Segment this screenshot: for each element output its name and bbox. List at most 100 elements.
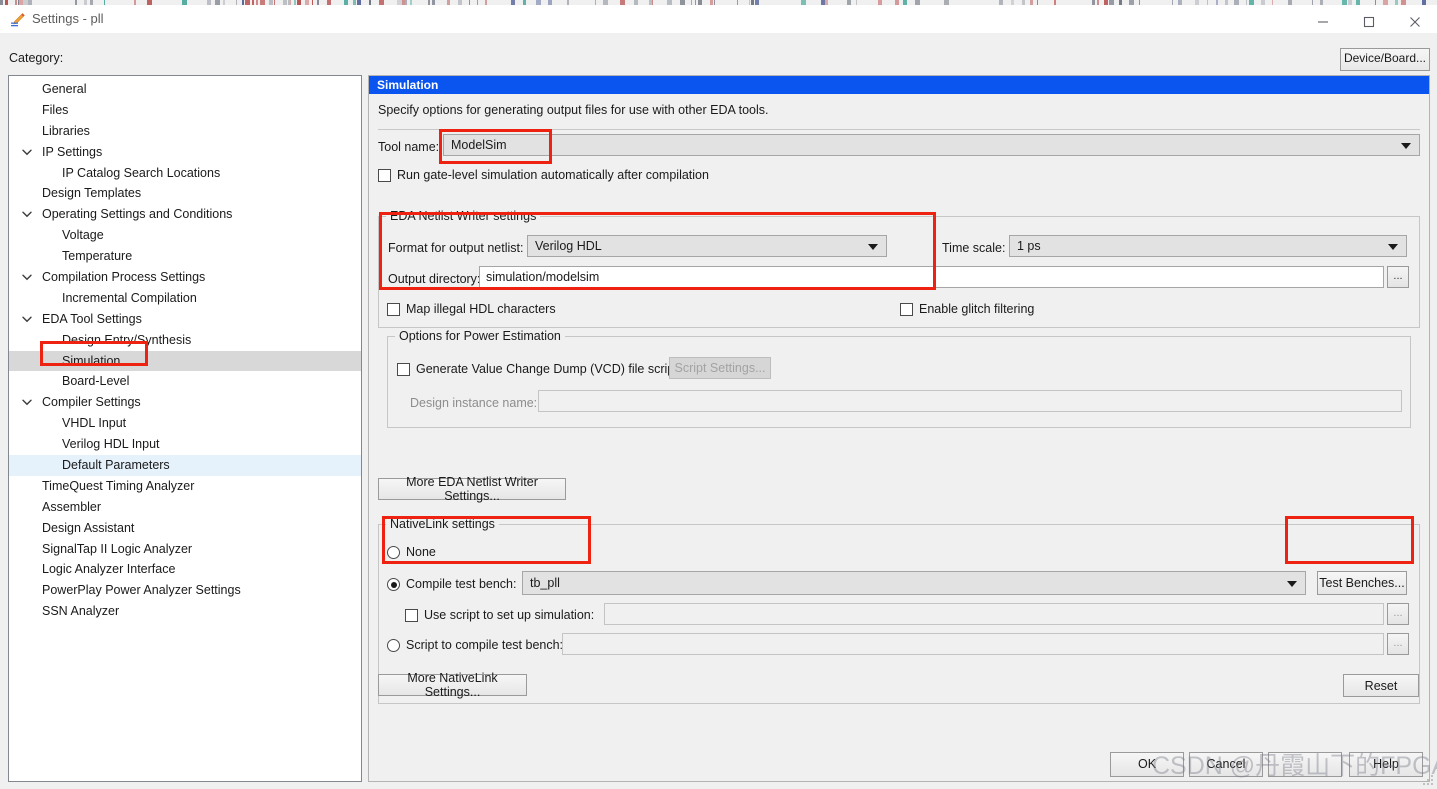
sidebar-item-vhdl-input[interactable]: VHDL Input: [9, 413, 361, 434]
more-nativelink-settings-button[interactable]: More NativeLink Settings...: [378, 671, 527, 699]
sidebar-item-ip-catalog-search-locations[interactable]: IP Catalog Search Locations: [9, 163, 361, 184]
chevron-down-icon: [1401, 138, 1411, 152]
sidebar-item-label: Board-Level: [62, 374, 130, 389]
sidebar-item-temperature[interactable]: Temperature: [9, 246, 361, 267]
device-board-button[interactable]: Device/Board...: [1340, 48, 1430, 71]
sidebar-item-label: Compilation Process Settings: [42, 270, 206, 285]
enable-glitch-filtering-checkbox[interactable]: [900, 303, 913, 316]
window-titlebar: Settings - pll: [0, 5, 1437, 33]
sidebar-item-label: TimeQuest Timing Analyzer: [42, 478, 195, 493]
minimize-button[interactable]: [1300, 10, 1346, 33]
resize-grip[interactable]: [1422, 774, 1434, 786]
sidebar-item-label: Default Parameters: [62, 458, 170, 473]
sidebar-item-general[interactable]: General: [9, 79, 361, 100]
sidebar-item-verilog-hdl-input[interactable]: Verilog HDL Input: [9, 434, 361, 455]
script-compile-test-bench-radio[interactable]: [387, 639, 400, 652]
sidebar-item-operating-settings-and-conditions[interactable]: Operating Settings and Conditions: [9, 204, 361, 225]
help-button[interactable]: Help: [1349, 752, 1423, 777]
sidebar-item-label: Compiler Settings: [42, 395, 141, 410]
sidebar-item-compilation-process-settings[interactable]: Compilation Process Settings: [9, 267, 361, 288]
sidebar-item-label: SignalTap II Logic Analyzer: [42, 541, 193, 556]
sidebar-item-board-level[interactable]: Board-Level: [9, 371, 361, 392]
design-instance-name-input[interactable]: [538, 390, 1402, 412]
format-output-netlist-value: Verilog HDL: [535, 239, 602, 253]
sidebar-item-label: IP Catalog Search Locations: [62, 165, 221, 180]
generate-vcd-label: Generate Value Change Dump (VCD) file sc…: [416, 362, 678, 376]
time-scale-combo[interactable]: 1 ps: [1009, 235, 1407, 257]
sidebar-item-assembler[interactable]: Assembler: [9, 497, 361, 518]
sidebar-item-simulation[interactable]: Simulation: [9, 350, 361, 372]
sidebar-item-label: SSN Analyzer: [42, 604, 120, 619]
maximize-button[interactable]: [1346, 10, 1392, 33]
sidebar-item-default-parameters[interactable]: Default Parameters: [9, 455, 361, 476]
script-settings-button[interactable]: Script Settings...: [669, 357, 771, 379]
sidebar-item-label: Design Assistant: [42, 520, 135, 535]
sidebar-item-design-entry-synthesis[interactable]: Design Entry/Synthesis: [9, 330, 361, 351]
sidebar-item-label: IP Settings: [42, 144, 103, 159]
power-estimation-group-title: Options for Power Estimation: [395, 329, 565, 343]
run-gate-level-label: Run gate-level simulation automatically …: [397, 168, 709, 182]
sidebar-item-eda-tool-settings[interactable]: EDA Tool Settings: [9, 309, 361, 330]
use-script-setup-browse-button[interactable]: ...: [1387, 603, 1409, 625]
sidebar-item-signaltap-ii-logic-analyzer[interactable]: SignalTap II Logic Analyzer: [9, 539, 361, 560]
nativelink-settings-group-title: NativeLink settings: [386, 517, 499, 531]
divider-top: [378, 129, 1420, 130]
unlabeled-footer-button[interactable]: [1268, 752, 1342, 777]
reset-button[interactable]: Reset: [1343, 674, 1419, 697]
close-button[interactable]: [1392, 10, 1437, 33]
chevron-down-icon: [1388, 239, 1398, 253]
sidebar-item-label: Assembler: [42, 499, 102, 514]
sidebar-item-design-templates[interactable]: Design Templates: [9, 183, 361, 204]
cancel-button[interactable]: Cancel: [1189, 752, 1263, 777]
panel-description: Specify options for generating output fi…: [378, 103, 769, 117]
sidebar-item-incremental-compilation[interactable]: Incremental Compilation: [9, 288, 361, 309]
sidebar-item-label: Voltage: [62, 228, 104, 243]
sidebar-item-label: Logic Analyzer Interface: [42, 562, 176, 577]
sidebar-item-libraries[interactable]: Libraries: [9, 121, 361, 142]
sidebar-item-powerplay-power-analyzer-settings[interactable]: PowerPlay Power Analyzer Settings: [9, 580, 361, 601]
nativelink-none-label: None: [406, 545, 436, 559]
output-directory-value: simulation/modelsim: [486, 270, 600, 284]
map-illegal-hdl-checkbox[interactable]: [387, 303, 400, 316]
sidebar-item-ip-settings[interactable]: IP Settings: [9, 142, 361, 163]
output-directory-browse-button[interactable]: ...: [1387, 266, 1409, 288]
script-compile-test-bench-browse-button[interactable]: ...: [1387, 633, 1409, 655]
compile-test-bench-radio[interactable]: [387, 578, 400, 591]
sidebar-item-label: Operating Settings and Conditions: [42, 207, 233, 222]
script-compile-test-bench-input[interactable]: [562, 633, 1384, 655]
ok-button[interactable]: OK: [1110, 752, 1184, 777]
sidebar-item-label: PowerPlay Power Analyzer Settings: [42, 583, 241, 598]
use-script-setup-checkbox[interactable]: [405, 609, 418, 622]
category-tree[interactable]: General Files Libraries IP Settings IP Catal…: [8, 75, 362, 782]
panel-header-title: Simulation: [369, 76, 1429, 94]
output-directory-label: Output directory:: [388, 272, 481, 286]
map-illegal-hdl-label: Map illegal HDL characters: [406, 302, 556, 316]
generate-vcd-checkbox[interactable]: [397, 363, 410, 376]
tool-name-value: ModelSim: [451, 138, 507, 152]
output-directory-input[interactable]: simulation/modelsim: [479, 266, 1384, 288]
nativelink-none-radio[interactable]: [387, 546, 400, 559]
tool-name-label: Tool name:: [378, 140, 440, 154]
sidebar-item-ssn-analyzer[interactable]: SSN Analyzer: [9, 601, 361, 622]
time-scale-label: Time scale:: [942, 241, 1006, 255]
sidebar-item-design-assistant[interactable]: Design Assistant: [9, 518, 361, 539]
sidebar-item-timequest-timing-analyzer[interactable]: TimeQuest Timing Analyzer: [9, 476, 361, 497]
compile-test-bench-combo[interactable]: tb_pll: [522, 571, 1306, 595]
tool-name-combo[interactable]: ModelSim: [443, 134, 1420, 156]
run-gate-level-checkbox[interactable]: [378, 169, 391, 182]
more-eda-netlist-writer-settings-button[interactable]: More EDA Netlist Writer Settings...: [378, 475, 566, 503]
sidebar-item-logic-analyzer-interface[interactable]: Logic Analyzer Interface: [9, 559, 361, 580]
category-label: Category:: [9, 51, 64, 65]
test-benches-button[interactable]: Test Benches...: [1317, 571, 1407, 595]
sidebar-item-label: EDA Tool Settings: [42, 311, 142, 326]
chevron-down-icon: [868, 239, 878, 253]
sidebar-item-label: Libraries: [42, 123, 90, 138]
format-output-netlist-label: Format for output netlist:: [388, 241, 524, 255]
sidebar-item-label: Simulation: [62, 353, 121, 368]
sidebar-item-voltage[interactable]: Voltage: [9, 225, 361, 246]
use-script-setup-input[interactable]: [604, 603, 1384, 625]
format-output-netlist-combo[interactable]: Verilog HDL: [527, 235, 887, 257]
simulation-settings-panel: Simulation Specify options for generatin…: [368, 75, 1430, 782]
sidebar-item-files[interactable]: Files: [9, 100, 361, 121]
sidebar-item-compiler-settings[interactable]: Compiler Settings: [9, 392, 361, 413]
